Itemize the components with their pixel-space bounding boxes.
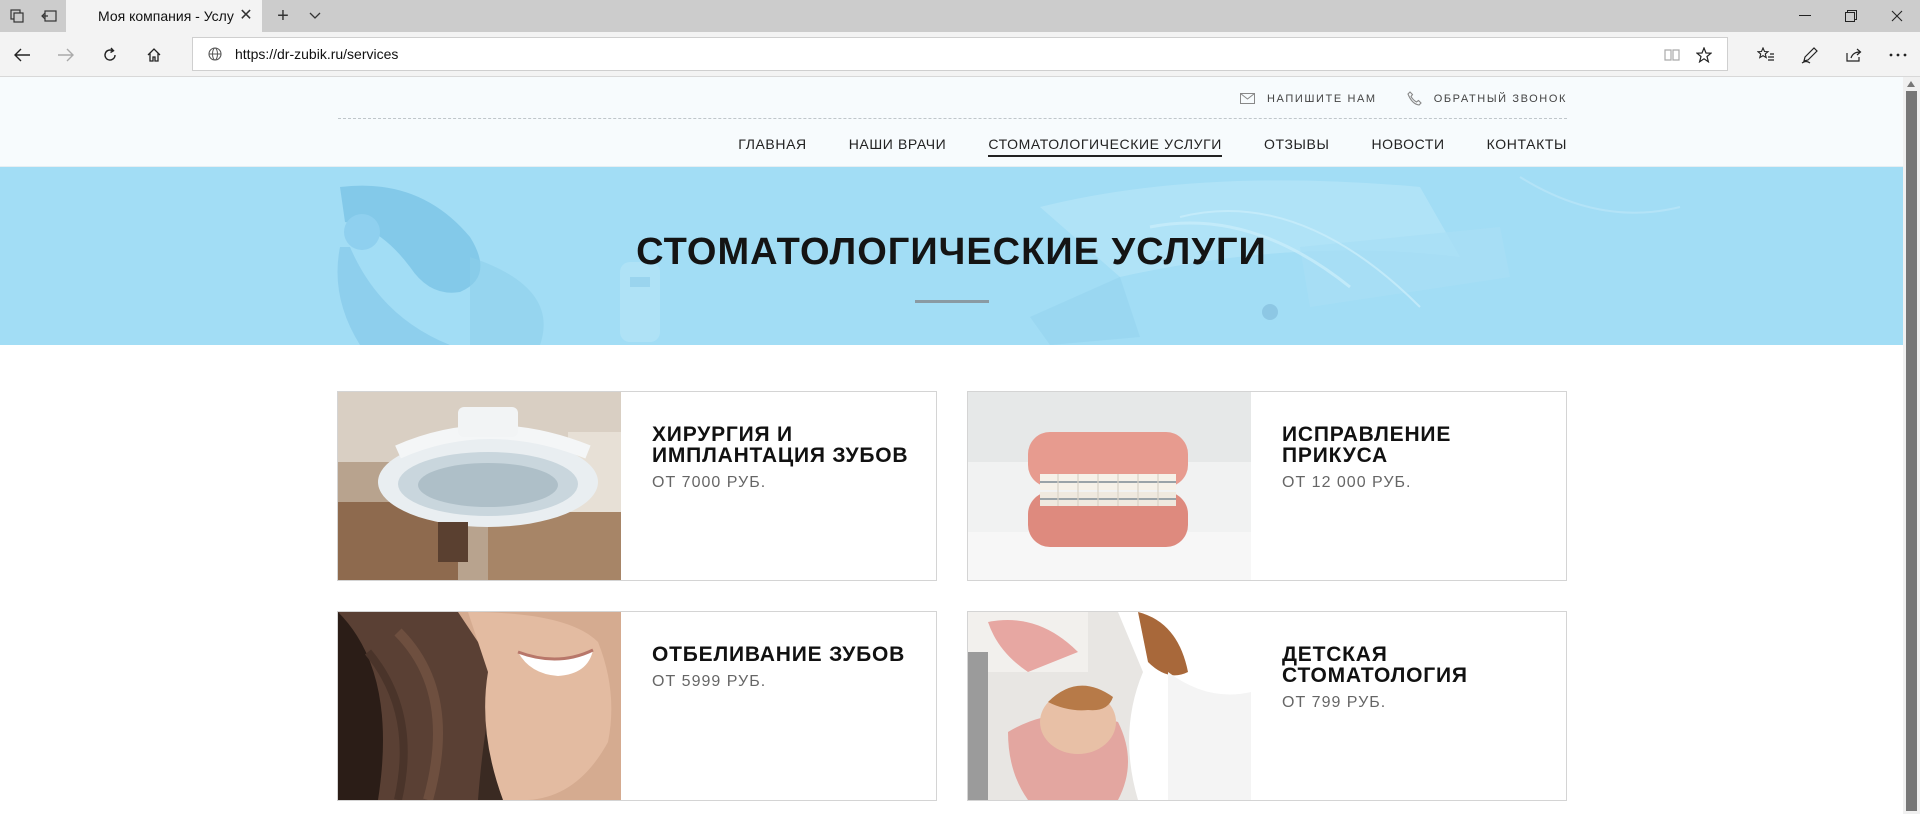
service-photo-dental-lamp bbox=[338, 392, 621, 580]
minimize-icon[interactable] bbox=[1782, 0, 1828, 32]
site-header: НАПИШИТЕ НАМ ОБРАТНЫЙ ЗВОНОК ГЛАВНАЯ НАШ… bbox=[0, 77, 1903, 167]
nav-item-contacts[interactable]: КОНТАКТЫ bbox=[1487, 136, 1567, 152]
tab-preview-icon[interactable] bbox=[6, 5, 28, 27]
restore-icon[interactable] bbox=[1828, 0, 1874, 32]
refresh-icon[interactable] bbox=[96, 41, 124, 69]
service-title[interactable]: ОТБЕЛИВАНИЕ ЗУБОВ bbox=[652, 644, 922, 665]
service-card-pediatric[interactable]: ДЕТСКАЯ СТОМАТОЛОГИЯ ОТ 799 РУБ. bbox=[967, 611, 1567, 801]
service-price: ОТ 799 РУБ. bbox=[1282, 694, 1387, 711]
active-tab[interactable]: Моя компания - Услуги ✕ bbox=[66, 0, 262, 32]
home-icon[interactable] bbox=[140, 41, 168, 69]
reading-view-icon[interactable] bbox=[1661, 44, 1683, 66]
mail-icon bbox=[1239, 93, 1255, 104]
service-title[interactable]: ИСПРАВЛЕНИЕ ПРИКУСА bbox=[1282, 424, 1552, 466]
url-text[interactable]: https://dr-zubik.ru/services bbox=[235, 46, 398, 62]
service-text: ОТБЕЛИВАНИЕ ЗУБОВ ОТ 5999 РУБ. bbox=[652, 644, 922, 691]
nav-item-reviews[interactable]: ОТЗЫВЫ bbox=[1264, 136, 1329, 152]
service-card-bite-correction[interactable]: ИСПРАВЛЕНИЕ ПРИКУСА ОТ 12 000 РУБ. bbox=[967, 391, 1567, 581]
service-photo-child-patient bbox=[968, 612, 1251, 800]
vertical-scrollbar[interactable] bbox=[1903, 77, 1920, 814]
callback-link[interactable]: ОБРАТНЫЙ ЗВОНОК bbox=[1407, 91, 1567, 106]
service-card-whitening[interactable]: ОТБЕЛИВАНИЕ ЗУБОВ ОТ 5999 РУБ. bbox=[337, 611, 937, 801]
phone-icon bbox=[1407, 91, 1422, 106]
new-tab-icon[interactable]: + bbox=[272, 5, 294, 27]
favorites-list-icon[interactable] bbox=[1752, 41, 1780, 69]
nav-item-doctors[interactable]: НАШИ ВРАЧИ bbox=[849, 136, 947, 152]
service-text: ХИРУРГИЯ И ИМПЛАНТАЦИЯ ЗУБОВ ОТ 7000 РУБ… bbox=[652, 424, 922, 492]
write-us-label: НАПИШИТЕ НАМ bbox=[1266, 92, 1377, 105]
browser-toolbar: https://dr-zubik.ru/services bbox=[0, 32, 1920, 77]
set-tabs-aside-icon[interactable] bbox=[38, 5, 60, 27]
nav-item-news[interactable]: НОВОСТИ bbox=[1371, 136, 1444, 152]
chevron-down-icon[interactable] bbox=[304, 5, 326, 27]
nav-item-home[interactable]: ГЛАВНАЯ bbox=[738, 136, 806, 152]
page-viewport: НАПИШИТЕ НАМ ОБРАТНЫЙ ЗВОНОК ГЛАВНАЯ НАШ… bbox=[0, 77, 1903, 814]
service-card-surgery[interactable]: ХИРУРГИЯ И ИМПЛАНТАЦИЯ ЗУБОВ ОТ 7000 РУБ… bbox=[337, 391, 937, 581]
page-title: СТОМАТОЛОГИЧЕСКИЕ УСЛУГИ bbox=[636, 231, 1267, 273]
address-bar[interactable]: https://dr-zubik.ru/services bbox=[192, 37, 1728, 71]
service-price: ОТ 5999 РУБ. bbox=[652, 673, 767, 690]
scrollbar-thumb[interactable] bbox=[1906, 91, 1917, 811]
nav-item-services[interactable]: СТОМАТОЛОГИЧЕСКИЕ УСЛУГИ bbox=[988, 136, 1222, 157]
more-menu-icon[interactable] bbox=[1884, 41, 1912, 69]
service-text: ИСПРАВЛЕНИЕ ПРИКУСА ОТ 12 000 РУБ. bbox=[1282, 424, 1552, 492]
header-divider bbox=[338, 118, 1567, 119]
share-icon[interactable] bbox=[1840, 41, 1868, 69]
service-photo-smiling-woman bbox=[338, 612, 621, 800]
main-nav: ГЛАВНАЯ НАШИ ВРАЧИ СТОМАТОЛОГИЧЕСКИЕ УСЛ… bbox=[738, 136, 1567, 157]
title-underline bbox=[915, 300, 989, 303]
service-text: ДЕТСКАЯ СТОМАТОЛОГИЯ ОТ 799 РУБ. bbox=[1282, 644, 1552, 712]
write-us-link[interactable]: НАПИШИТЕ НАМ bbox=[1239, 91, 1377, 106]
service-title[interactable]: ДЕТСКАЯ СТОМАТОЛОГИЯ bbox=[1282, 644, 1552, 686]
callback-label: ОБРАТНЫЙ ЗВОНОК bbox=[1433, 92, 1567, 105]
forward-arrow-icon[interactable] bbox=[52, 41, 80, 69]
service-price: ОТ 7000 РУБ. bbox=[652, 474, 767, 491]
top-contacts: НАПИШИТЕ НАМ ОБРАТНЫЙ ЗВОНОК bbox=[1239, 91, 1567, 106]
service-photo-braces-model bbox=[968, 392, 1251, 580]
hero-banner: СТОМАТОЛОГИЧЕСКИЕ УСЛУГИ bbox=[0, 167, 1903, 345]
back-arrow-icon[interactable] bbox=[8, 41, 36, 69]
close-window-icon[interactable] bbox=[1874, 0, 1920, 32]
pen-icon[interactable] bbox=[1796, 41, 1824, 69]
scroll-up-icon[interactable] bbox=[1907, 81, 1915, 87]
globe-icon bbox=[205, 44, 225, 64]
tab-title: Моя компания - Услуги bbox=[98, 8, 234, 24]
service-title[interactable]: ХИРУРГИЯ И ИМПЛАНТАЦИЯ ЗУБОВ bbox=[652, 424, 922, 466]
favorite-star-icon[interactable] bbox=[1693, 44, 1715, 66]
service-price: ОТ 12 000 РУБ. bbox=[1282, 474, 1412, 491]
browser-tab-bar: Моя компания - Услуги ✕ + bbox=[0, 0, 1920, 32]
close-tab-icon[interactable]: ✕ bbox=[238, 8, 254, 24]
